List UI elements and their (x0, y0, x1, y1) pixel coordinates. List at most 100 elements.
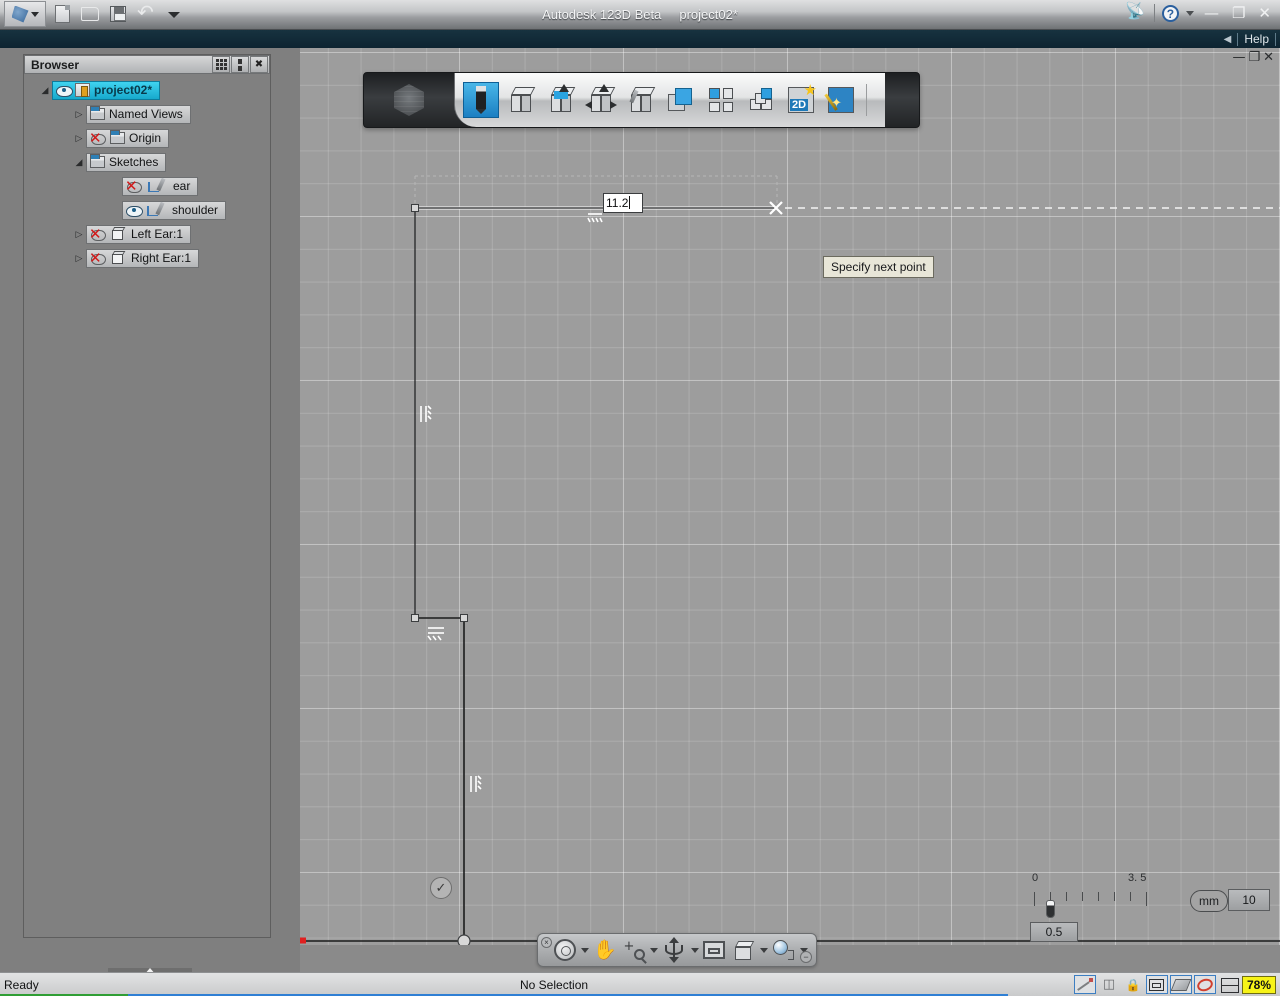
tree-chip-left-ear[interactable]: Left Ear:1 (86, 224, 192, 244)
modify-tool[interactable] (583, 82, 619, 118)
primitives-tool[interactable] (503, 82, 539, 118)
save-icon[interactable] (108, 4, 128, 24)
eye-visible-icon[interactable] (56, 85, 73, 97)
tree-chip-origin[interactable]: Origin (86, 128, 170, 148)
eye-hidden-icon[interactable] (89, 249, 106, 267)
window-mode-icon[interactable] (1145, 975, 1168, 994)
satellite-icon[interactable] (1125, 1, 1147, 23)
tree-item-ear[interactable]: ear (24, 176, 270, 196)
accept-sketch-button[interactable]: ✓ (430, 877, 452, 899)
tree-chip-named-views[interactable]: Named Views (86, 104, 191, 124)
group-tool[interactable] (703, 82, 739, 118)
browser-options-button[interactable] (231, 56, 249, 73)
dimension-display-icon[interactable]: ◫ (1098, 975, 1120, 994)
tree-item-sketches[interactable]: ◢ Sketches (24, 152, 270, 172)
scale-max-field[interactable]: 10 (1228, 889, 1270, 911)
expander-icon[interactable]: ▷ (72, 229, 86, 240)
scale-value-field[interactable]: 0.5 (1030, 922, 1078, 942)
smart-tool[interactable]: ✦ (823, 82, 859, 118)
fit-view-button[interactable] (702, 937, 727, 963)
customize-dropdown-icon[interactable] (164, 4, 184, 24)
zoom-dropdown-icon[interactable] (650, 947, 659, 953)
orbit-button[interactable] (552, 937, 577, 963)
app-menu-button[interactable] (4, 1, 46, 27)
display-icon[interactable] (1218, 975, 1240, 994)
tree-chip-sketches[interactable]: Sketches (86, 152, 167, 172)
viewport-close-button[interactable]: ✕ (1263, 50, 1274, 65)
combine-tool[interactable] (663, 82, 699, 118)
quick-access-toolbar (52, 0, 184, 24)
tree-item-origin[interactable]: ▷ Origin (24, 128, 270, 148)
lighting-button[interactable] (771, 937, 796, 963)
view-style-dropdown-icon[interactable] (759, 947, 768, 953)
eye-visible-icon[interactable] (126, 205, 143, 217)
toolbar-brand-button[interactable] (364, 73, 454, 127)
boolean-squares-icon (668, 88, 694, 112)
plane-icon[interactable] (1169, 975, 1192, 994)
sketch-mode-icon[interactable] (1073, 975, 1096, 994)
divider (1153, 4, 1155, 22)
cube-icon (508, 87, 536, 113)
assembly-tool[interactable] (743, 82, 779, 118)
tree-chip-shoulder[interactable]: shoulder (122, 200, 227, 220)
help-menu-item[interactable]: Help (1244, 32, 1269, 46)
zoom-button[interactable]: + (621, 937, 647, 964)
expander-icon[interactable]: ▷ (72, 133, 86, 144)
open-icon[interactable] (80, 4, 100, 24)
eye-hidden-icon[interactable] (125, 177, 142, 195)
expander-icon[interactable]: ◢ (72, 157, 86, 168)
collapse-arrow-icon[interactable]: ◀ (1224, 34, 1232, 45)
close-button[interactable]: ✕ (1255, 3, 1274, 23)
nav-close-button[interactable]: × (541, 937, 552, 948)
folder-icon (90, 154, 105, 168)
tree-item-left-ear[interactable]: ▷ Left Ear:1 (24, 224, 270, 244)
lock-icon[interactable]: 🔒 (1122, 975, 1144, 994)
rotate-button[interactable] (661, 937, 686, 963)
eye-hidden-icon[interactable] (89, 225, 106, 243)
rotate-dropdown-icon[interactable] (690, 947, 699, 953)
restore-button[interactable]: ❐ (1229, 3, 1248, 23)
expander-icon[interactable]: ▷ (72, 253, 86, 264)
dimension-input[interactable]: 11.2 (603, 193, 643, 213)
sketch-tool[interactable] (463, 82, 499, 118)
tree-item-project[interactable]: ◢ project02* (24, 80, 270, 100)
view-style-button[interactable] (730, 937, 755, 963)
viewport-minimize-button[interactable]: — (1232, 50, 1245, 65)
nav-collapse-button[interactable]: − (800, 951, 812, 963)
zoom-level[interactable]: 78% (1241, 975, 1276, 994)
tree-item-named-views[interactable]: ▷ Named Views (24, 104, 270, 124)
expander-icon[interactable]: ▷ (72, 109, 86, 120)
tree-chip-right-ear[interactable]: Right Ear:1 (86, 248, 200, 268)
tree-item-right-ear[interactable]: ▷ Right Ear:1 (24, 248, 270, 268)
browser-tree: ◢ project02* ▷ Named Views ▷ ✕ Origin ◢ … (24, 74, 270, 268)
construct-tool[interactable] (543, 82, 579, 118)
title-bar-right-controls: ? — ❐ ✕ (1125, 1, 1274, 23)
loop-icon[interactable] (1193, 975, 1216, 994)
undo-icon[interactable] (136, 0, 156, 24)
unit-selector[interactable]: mm (1190, 890, 1228, 912)
viewport[interactable]: FRONT (300, 48, 1280, 945)
tree-item-shoulder[interactable]: shoulder (24, 200, 270, 220)
help-chevron-down-icon[interactable] (1185, 10, 1194, 16)
solid-body-icon (110, 227, 127, 241)
extrude-icon (548, 84, 576, 113)
expander-icon[interactable]: ◢ (38, 85, 52, 96)
minimize-button[interactable]: — (1201, 3, 1222, 23)
drawing-2d-tool[interactable]: 2D ★ (783, 82, 819, 118)
help-icon[interactable]: ? (1161, 4, 1179, 22)
fit-screen-icon (703, 941, 726, 959)
navigation-toolbar: × ✋ + − (537, 933, 817, 967)
tree-chip-project[interactable]: project02* (52, 80, 161, 100)
scale-slider-handle[interactable] (1046, 900, 1055, 918)
pattern-tool[interactable] (623, 82, 659, 118)
solid-body-icon (110, 251, 127, 265)
eye-hidden-icon[interactable] (89, 129, 106, 147)
new-icon[interactable] (52, 4, 72, 24)
orbit-dropdown-icon[interactable] (581, 947, 590, 953)
browser-filter-button[interactable] (212, 56, 230, 73)
browser-close-button[interactable]: ✖ (250, 56, 268, 73)
tree-chip-ear[interactable]: ear (122, 176, 199, 196)
magic-wand-icon: ✦ (824, 87, 854, 113)
viewport-restore-button[interactable]: ❐ (1248, 50, 1260, 65)
pan-button[interactable]: ✋ (592, 937, 617, 963)
